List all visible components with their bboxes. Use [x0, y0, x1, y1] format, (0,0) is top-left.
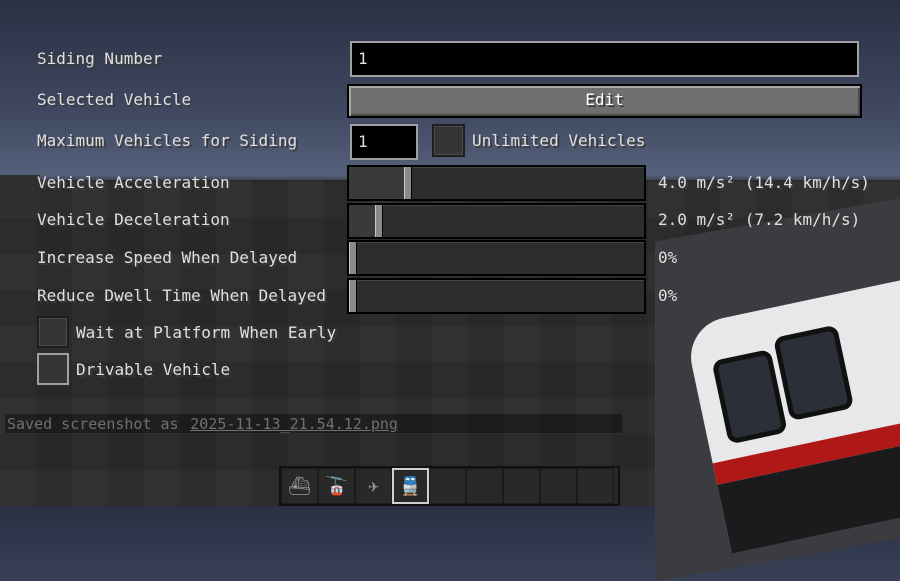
unlimited-vehicles-checkbox[interactable] — [432, 124, 465, 157]
train-stripe — [712, 415, 900, 485]
increase-speed-label: Increase Speed When Delayed — [37, 248, 298, 267]
chat-prefix: Saved screenshot as — [7, 415, 179, 433]
drivable-vehicle-checkbox[interactable] — [37, 353, 69, 385]
slider-handle[interactable] — [349, 280, 357, 312]
slider-handle[interactable] — [375, 205, 383, 237]
drivable-vehicle-label: Drivable Vehicle — [76, 360, 231, 379]
hotbar-slot[interactable] — [429, 468, 466, 504]
boat-icon: ⛴ — [288, 475, 311, 497]
deceleration-label: Vehicle Deceleration — [37, 210, 230, 229]
airplane-icon: ✈ — [368, 475, 379, 497]
acceleration-slider[interactable] — [347, 165, 646, 201]
unlimited-vehicles-label: Unlimited Vehicles — [472, 131, 646, 150]
hotbar-slot[interactable] — [540, 468, 577, 504]
slider-fill — [349, 205, 375, 237]
screenshot-link[interactable]: 2025-11-13_21.54.12.png — [188, 415, 398, 433]
slider-fill — [349, 167, 404, 199]
hotbar: ⛴ 🚡 ✈ 🚆 — [279, 466, 620, 506]
wait-at-platform-checkbox[interactable] — [37, 316, 69, 348]
acceleration-label: Vehicle Acceleration — [37, 173, 230, 192]
hotbar-slot[interactable]: 🚡 — [318, 468, 355, 504]
reduce-dwell-label: Reduce Dwell Time When Delayed — [37, 286, 326, 305]
hotbar-slot[interactable] — [466, 468, 503, 504]
acceleration-value: 4.0 m/s² (14.4 km/h/s) — [658, 173, 870, 192]
hotbar-slot[interactable] — [503, 468, 540, 504]
siding-number-label: Siding Number — [37, 49, 163, 68]
wait-at-platform-label: Wait at Platform When Early — [76, 323, 337, 342]
hotbar-slot[interactable]: ✈ — [355, 468, 392, 504]
selected-vehicle-label: Selected Vehicle — [37, 90, 192, 109]
train-base — [717, 437, 900, 554]
train-vehicle — [683, 278, 900, 554]
reduce-dwell-slider[interactable] — [347, 278, 646, 314]
reduce-dwell-value: 0% — [658, 286, 678, 305]
hotbar-slot[interactable] — [577, 468, 614, 504]
cable-car-icon: 🚡 — [325, 475, 348, 497]
chat-message: Saved screenshot as 2025-11-13_21.54.12.… — [5, 414, 622, 433]
platform-wall — [655, 188, 900, 581]
edit-vehicle-button[interactable]: Edit — [347, 84, 862, 118]
increase-speed-slider[interactable] — [347, 240, 646, 276]
slider-handle[interactable] — [349, 242, 357, 274]
train-window — [711, 348, 788, 445]
hotbar-slot[interactable]: ⛴ — [281, 468, 318, 504]
max-vehicles-field[interactable]: 1 — [350, 124, 418, 160]
train-window — [772, 324, 855, 422]
increase-speed-value: 0% — [658, 248, 678, 267]
train-icon: 🚆 — [399, 475, 422, 497]
deceleration-slider[interactable] — [347, 203, 646, 239]
siding-number-field[interactable]: 1 — [350, 41, 859, 77]
hotbar-slot[interactable]: 🚆 — [392, 468, 429, 504]
slider-handle[interactable] — [404, 167, 412, 199]
deceleration-value: 2.0 m/s² (7.2 km/h/s) — [658, 210, 861, 229]
block — [0, 175, 40, 215]
max-vehicles-label: Maximum Vehicles for Siding — [37, 131, 298, 150]
